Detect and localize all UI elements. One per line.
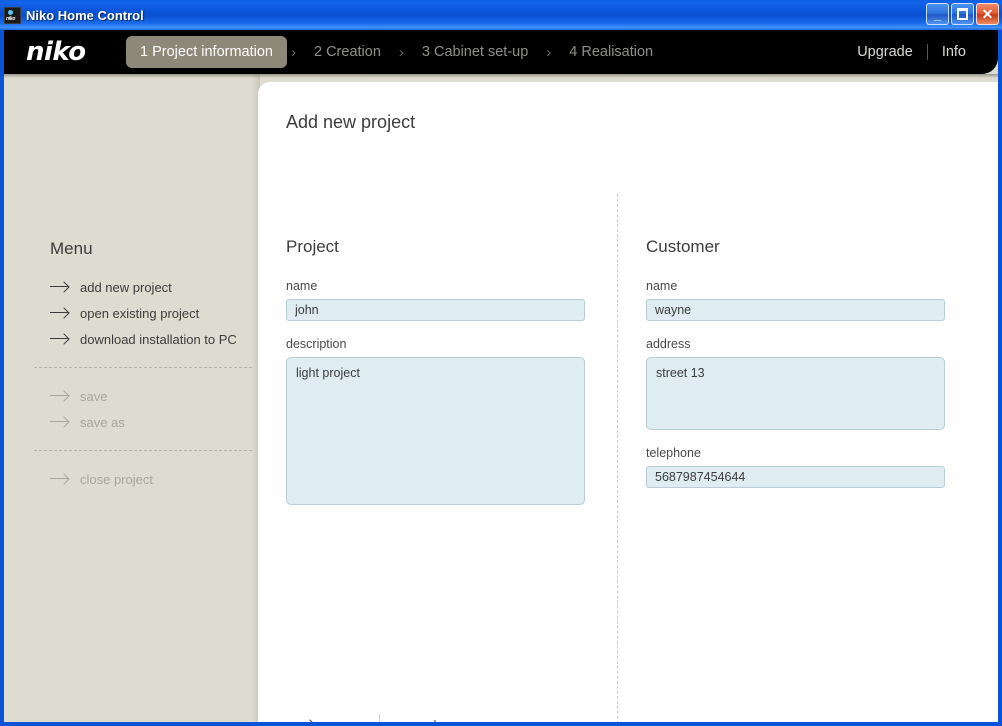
arrow-right-icon — [50, 308, 72, 318]
window-controls: _ ✕ — [926, 3, 999, 25]
app-icon-dot — [8, 9, 13, 15]
sidebar-item-close-project: close project — [50, 466, 250, 492]
project-section-heading: Project — [286, 237, 339, 256]
arrow-right-icon — [50, 334, 72, 344]
customer-address-input[interactable]: street 13 — [646, 357, 945, 430]
sidebar-item-label: add new project — [80, 279, 172, 295]
project-name-input[interactable] — [286, 299, 585, 321]
sidebar-divider — [34, 367, 252, 369]
window-title: Niko Home Control — [26, 7, 144, 23]
window-titlebar: niko Niko Home Control _ ✕ — [0, 0, 1002, 30]
customer-name-label: name — [646, 279, 678, 293]
arrow-right-icon — [50, 391, 72, 401]
arrow-right-icon — [50, 474, 72, 484]
niko-logo: niko — [26, 37, 86, 67]
maximize-icon — [957, 8, 968, 20]
sidebar-item-label: download installation to PC — [80, 331, 237, 347]
sidebar: Menu add new project open existing proje… — [4, 74, 260, 722]
action-divider — [378, 714, 380, 722]
sidebar-item-label: open existing project — [80, 305, 200, 321]
application-window: niko Niko Home Control _ ✕ niko 1 Projec… — [0, 0, 1002, 726]
save-button[interactable]: save — [286, 718, 357, 723]
panel-actions: save cancel — [286, 712, 437, 722]
customer-name-input[interactable] — [646, 299, 945, 321]
customer-telephone-input[interactable] — [646, 466, 945, 488]
arrow-right-icon — [286, 720, 318, 722]
close-icon: ✕ — [981, 6, 994, 22]
column-divider — [617, 194, 618, 722]
step-chevron-icon: › — [546, 43, 552, 61]
step-creation[interactable]: 2 Creation — [300, 36, 395, 68]
sidebar-item-save-as: save as — [50, 409, 250, 435]
minimize-button[interactable]: _ — [926, 3, 949, 25]
sidebar-item-label: close project — [80, 471, 153, 487]
info-link[interactable]: Info — [928, 37, 980, 67]
close-button[interactable]: ✕ — [976, 3, 999, 25]
top-navigation-bar: niko 1 Project information › 2 Creation … — [4, 30, 998, 74]
sidebar-item-add-new-project[interactable]: add new project — [50, 274, 250, 300]
project-description-label: description — [286, 337, 347, 351]
window-body: niko 1 Project information › 2 Creation … — [0, 30, 1002, 726]
customer-section: Customer name address street 13 telephon… — [646, 237, 946, 504]
sidebar-title: Menu — [50, 239, 93, 258]
customer-section-heading: Customer — [646, 237, 720, 256]
page-title: Add new project — [286, 112, 416, 132]
project-description-input[interactable]: light project — [286, 357, 585, 505]
save-button-label: save — [328, 718, 357, 723]
project-section: Project name description light project — [286, 237, 586, 521]
step-chevron-icon: › — [398, 43, 404, 61]
main-content-panel: Add new project Project name description… — [258, 82, 998, 722]
arrow-right-icon — [50, 417, 72, 427]
sidebar-item-label: save as — [80, 414, 125, 430]
sidebar-item-open-existing-project[interactable]: open existing project — [50, 300, 250, 326]
arrow-right-icon — [50, 282, 72, 292]
sidebar-menu: add new project open existing project do… — [34, 274, 252, 492]
maximize-button[interactable] — [951, 3, 974, 25]
step-chevron-icon: › — [290, 43, 296, 61]
niko-app-icon: niko — [4, 6, 21, 24]
step-realisation[interactable]: 4 Realisation — [555, 36, 667, 68]
app-icon-label: niko — [6, 15, 16, 22]
sidebar-item-download-installation-to-pc[interactable]: download installation to PC — [50, 326, 250, 352]
step-cabinet-setup[interactable]: 3 Cabinet set-up — [408, 36, 542, 68]
customer-telephone-label: telephone — [646, 446, 701, 460]
sidebar-divider — [34, 450, 252, 452]
cancel-button[interactable]: cancel — [398, 718, 437, 723]
minimize-icon: _ — [933, 7, 942, 22]
sidebar-item-label: save — [80, 388, 108, 404]
customer-address-label: address — [646, 337, 691, 351]
nav-right-links: Upgrade Info — [843, 36, 980, 68]
step-project-information[interactable]: 1 Project information — [126, 36, 287, 68]
upgrade-link[interactable]: Upgrade — [843, 37, 927, 67]
project-name-label: name — [286, 279, 318, 293]
app-root: niko 1 Project information › 2 Creation … — [4, 30, 998, 722]
sidebar-item-save: save — [50, 383, 250, 409]
wizard-steps: 1 Project information › 2 Creation › 3 C… — [126, 36, 667, 68]
